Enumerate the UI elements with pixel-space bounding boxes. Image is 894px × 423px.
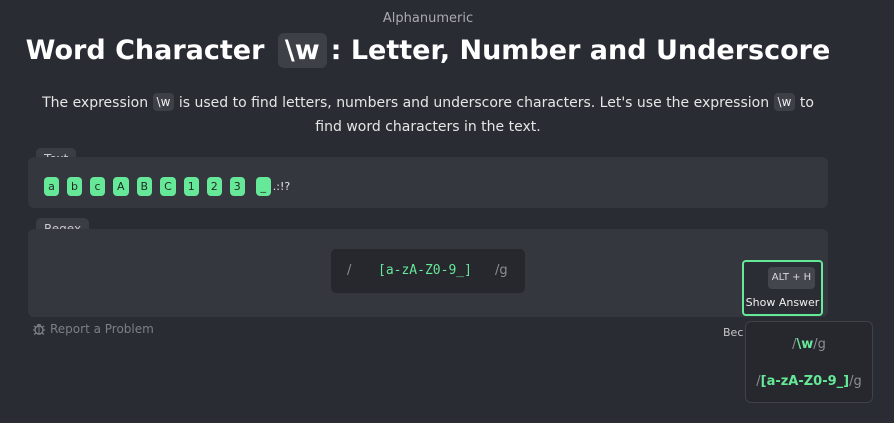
answer-flags: /g <box>813 337 826 352</box>
match-chip: b <box>67 177 82 196</box>
regex-flags: /g <box>495 263 508 278</box>
match-chip: A <box>113 177 129 196</box>
text-content: a b c A B C 1 2 3 _ .:!? <box>44 177 290 196</box>
match-chip: B <box>136 177 153 196</box>
text-panel: a b c A B C 1 2 3 _ .:!? <box>28 157 828 208</box>
report-problem-link[interactable]: Report a Problem <box>32 322 154 336</box>
answer-flags: /g <box>849 374 862 389</box>
answers-popup: /\w/g /[a-zA-Z0-9_]/g <box>745 321 873 403</box>
match-chip: _ <box>255 177 271 196</box>
title-code: \w <box>277 33 327 68</box>
regex-value[interactable]: [a-zA-Z0-9_] <box>378 249 472 293</box>
regex-panel: / [a-zA-Z0-9_] /g ALT + H Show Answer <box>28 229 828 317</box>
report-problem-label: Report a Problem <box>50 322 154 336</box>
category-label: Alphanumeric <box>382 11 474 26</box>
unmatched-text: .:!? <box>272 180 291 193</box>
match-chip: C <box>160 177 176 196</box>
match-chip: 3 <box>229 177 245 196</box>
regex-input[interactable]: / [a-zA-Z0-9_] /g <box>331 249 525 293</box>
page-title: Word Character \w: Letter, Number and Un… <box>0 33 856 68</box>
match-chip: c <box>90 177 105 196</box>
match-chip: 2 <box>206 177 222 196</box>
become-text: Bec <box>723 326 744 339</box>
regex-open-slash: / <box>347 263 352 278</box>
answer-pattern: [a-zA-Z0-9_] <box>760 374 850 389</box>
shortcut-key: ALT + H <box>768 267 815 289</box>
answer-option[interactable]: /\w/g <box>746 337 872 352</box>
match-chip: 1 <box>183 177 199 196</box>
title-text: Word Character <box>25 35 265 66</box>
description-text: is used to find letters, numbers and und… <box>178 95 770 111</box>
description: The expression \w is used to find letter… <box>40 91 816 139</box>
title-text-rest: : Letter, Number and Underscore <box>330 35 831 66</box>
description-code: \w <box>773 93 796 111</box>
description-text: The expression <box>42 95 149 111</box>
show-answer-button[interactable]: ALT + H Show Answer <box>742 260 823 316</box>
answer-option[interactable]: /[a-zA-Z0-9_]/g <box>746 374 872 389</box>
description-code: \w <box>152 93 175 111</box>
answer-pattern: \w <box>796 337 814 352</box>
bug-icon <box>33 323 45 335</box>
show-answer-label: Show Answer <box>745 296 820 309</box>
match-chip: a <box>44 177 59 196</box>
page: Alphanumeric Word Character \w: Letter, … <box>0 0 894 423</box>
